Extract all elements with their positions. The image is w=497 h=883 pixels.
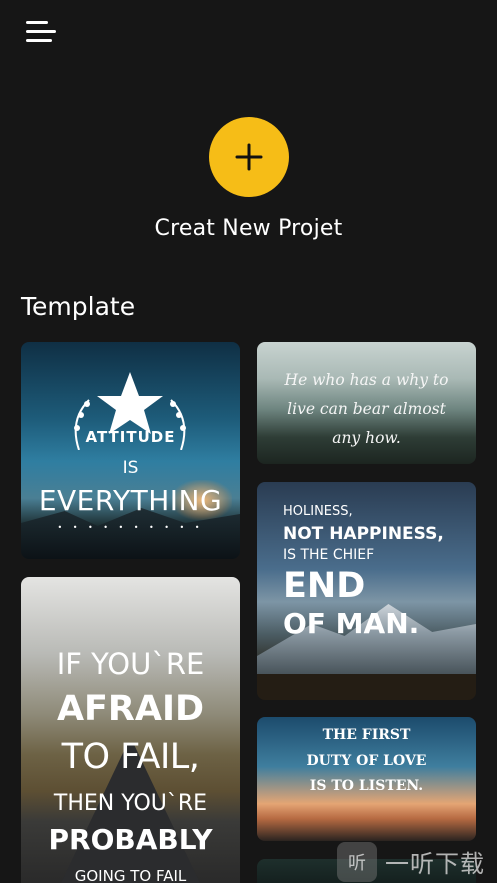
card-text: GOING TO FAIL xyxy=(74,867,187,883)
card-text: IS THE CHIEF xyxy=(283,547,375,563)
template-card-holiness[interactable]: HOLINESS, NOT HAPPINESS, IS THE CHIEF EN… xyxy=(257,482,476,700)
template-card-script-quote[interactable]: He who has a why to live can bear almost… xyxy=(257,342,476,464)
card-text: IF YOU`RE xyxy=(56,647,205,681)
card-text: END xyxy=(283,566,366,606)
card-text: OF MAN. xyxy=(283,607,420,640)
create-new-project-button[interactable] xyxy=(209,117,289,197)
watermark-text: 一听下载 xyxy=(385,850,485,878)
card-text: IS xyxy=(122,458,139,478)
card-text: AFRAID xyxy=(56,689,205,729)
card-text: PROBABLY xyxy=(48,823,213,856)
hamburger-menu-icon[interactable] xyxy=(26,21,56,45)
card-text: DUTY OF LOVE xyxy=(306,753,427,769)
card-text: EVERYTHING xyxy=(38,484,223,517)
card-text: ATTITUDE xyxy=(85,428,176,446)
section-title-template: Template xyxy=(21,292,136,321)
plus-icon xyxy=(235,143,263,171)
create-new-project-label: Creat New Projet xyxy=(154,216,343,241)
card-text: NOT HAPPINESS, xyxy=(283,524,444,544)
watermark: 听 一听下载 xyxy=(337,840,497,883)
card-text: IS TO LISTEN. xyxy=(309,778,424,794)
card-text: • • • • • • • • • • xyxy=(57,523,204,532)
template-card-duty-of-love[interactable]: THE FIRST DUTY OF LOVE IS TO LISTEN. xyxy=(257,717,476,841)
watermark-logo-icon: 听 xyxy=(337,841,377,882)
card-text: THE FIRST xyxy=(322,727,411,743)
card-text: HOLINESS, xyxy=(283,504,353,519)
card-text: THEN YOU`RE xyxy=(53,791,208,816)
template-card-attitude[interactable]: ATTITUDE IS EVERYTHING • • • • • • • • •… xyxy=(21,342,240,559)
card-text: He who has a why to live can bear almost… xyxy=(284,371,449,447)
card-text: TO FAIL, xyxy=(61,737,200,777)
template-card-afraid-to-fail[interactable]: IF YOU`RE AFRAID TO FAIL, THEN YOU`RE PR… xyxy=(21,577,240,883)
